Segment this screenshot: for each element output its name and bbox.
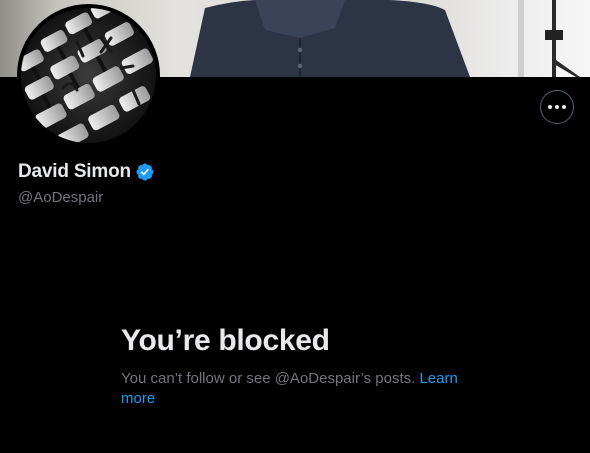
blocked-notice: You’re blocked You can’t follow or see @… bbox=[121, 323, 481, 409]
display-name: David Simon bbox=[18, 161, 131, 182]
blocked-message: You can’t follow or see @AoDespair’s pos… bbox=[121, 369, 481, 409]
profile-page: David Simon @AoDespair You’re blocked Yo… bbox=[0, 0, 590, 453]
dot bbox=[562, 105, 566, 109]
blocked-title: You’re blocked bbox=[121, 324, 330, 357]
blocked-message-text: You can’t follow or see @AoDespair’s pos… bbox=[121, 370, 416, 387]
name-row: David Simon bbox=[18, 161, 155, 183]
profile-handle: @AoDespair bbox=[18, 189, 104, 206]
dot bbox=[555, 105, 559, 109]
more-horizontal-icon bbox=[548, 105, 566, 109]
dot bbox=[548, 105, 552, 109]
more-options-button[interactable] bbox=[540, 90, 574, 124]
verified-badge-icon[interactable] bbox=[135, 162, 155, 182]
profile-avatar[interactable] bbox=[17, 4, 160, 147]
